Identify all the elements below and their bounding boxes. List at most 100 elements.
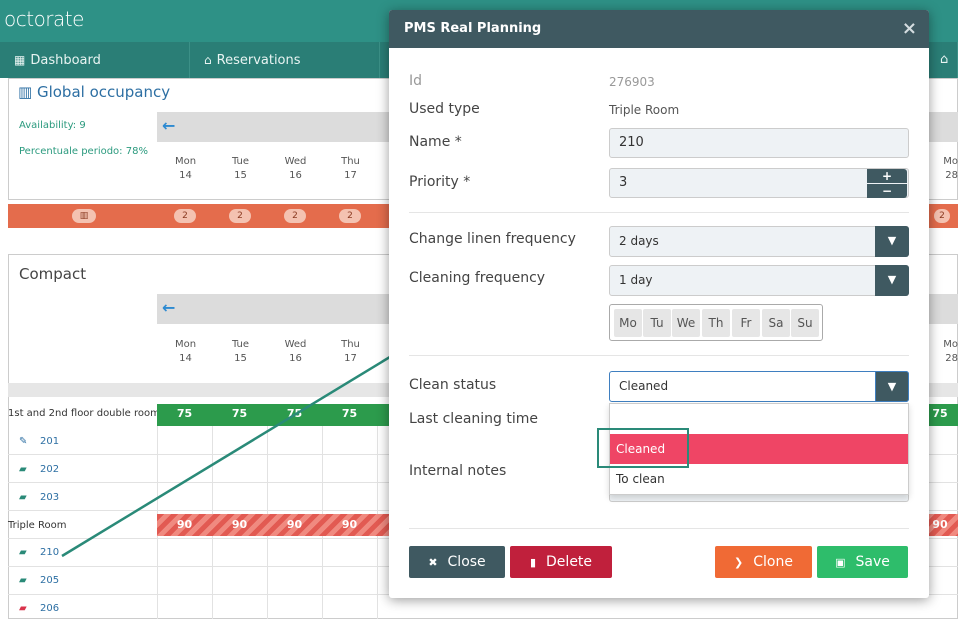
close-button[interactable]: ✖ Close xyxy=(409,546,505,578)
weekday-button[interactable]: Mo xyxy=(614,309,642,337)
occupancy-day: Thu 17 xyxy=(323,155,378,183)
chevron-down-icon[interactable]: ▼ xyxy=(875,265,909,296)
clean-status-label: Clean status xyxy=(409,377,497,393)
room-link[interactable]: 210 xyxy=(40,547,59,558)
weekday-button[interactable]: Tu xyxy=(643,309,671,337)
name-input[interactable]: 210 xyxy=(609,128,909,158)
day-num: 15 xyxy=(234,170,247,181)
delete-button-label: Delete xyxy=(546,554,593,570)
room-link[interactable]: 206 xyxy=(40,603,59,614)
close-icon[interactable]: × xyxy=(902,18,917,39)
cleaning-frequency-select[interactable]: 1 day ▼ xyxy=(609,265,909,296)
nav-reservations-label: Reservations xyxy=(216,53,301,68)
weekday-button[interactable]: Su xyxy=(791,309,819,337)
change-linen-select[interactable]: 2 days ▼ xyxy=(609,226,909,257)
day-num: 28 xyxy=(945,353,958,364)
clean-status-value: Cleaned xyxy=(619,379,669,393)
priority-input[interactable]: 3 xyxy=(609,168,909,198)
broom-icon: ▰ xyxy=(19,547,27,558)
priority-label: Priority * xyxy=(409,174,471,190)
day-num: 17 xyxy=(344,353,357,364)
weekday-button[interactable]: Fr xyxy=(732,309,760,337)
day-num: 15 xyxy=(234,353,247,364)
global-occupancy-title-text: Global occupancy xyxy=(36,83,171,101)
chevron-down-icon: ❯ xyxy=(734,556,744,569)
room-link[interactable]: 203 xyxy=(40,492,59,503)
nav-dashboard-label: Dashboard xyxy=(30,53,101,68)
wrench-icon: ✎ xyxy=(19,436,28,447)
broom-icon: ▰ xyxy=(19,492,27,503)
weekday-button[interactable]: We xyxy=(672,309,700,337)
day-dow: Mo xyxy=(943,339,958,350)
availability-text: Availability: 9 xyxy=(19,120,86,131)
dashboard-icon: ▦ xyxy=(14,53,26,67)
pms-real-planning-modal: PMS Real Planning × Id 276903 Used type … xyxy=(389,10,929,598)
change-linen-label: Change linen frequency xyxy=(409,231,576,247)
day-dow: Wed xyxy=(284,339,307,350)
cleaning-frequency-value: 1 day xyxy=(619,273,653,287)
floppy-icon: ▣ xyxy=(835,556,846,569)
clone-button-label: Clone xyxy=(753,554,793,570)
compact-title: Compact xyxy=(19,265,87,283)
clean-status-select[interactable]: Cleaned ▼ xyxy=(609,371,909,402)
close-button-label: Close xyxy=(447,554,486,570)
day-num: 28 xyxy=(945,170,958,181)
delete-button[interactable]: ▮ Delete xyxy=(510,546,612,578)
occupancy-count: 2 xyxy=(284,209,306,223)
day-dow: Tue xyxy=(231,156,250,167)
occupancy-day: Tue 15 xyxy=(213,155,268,183)
octorate-logo[interactable]: octorate xyxy=(4,7,84,31)
day-dow: Mo xyxy=(943,156,958,167)
day-dow: Thu xyxy=(341,339,360,350)
trash-icon: ▮ xyxy=(529,556,537,569)
save-button[interactable]: ▣ Save xyxy=(817,546,908,578)
chevron-down-icon[interactable]: ▼ xyxy=(875,226,909,257)
global-occupancy-title: ▥ Global occupancy xyxy=(18,83,170,101)
price-value: 75 xyxy=(341,407,358,420)
used-type-value: Triple Room xyxy=(609,103,680,117)
price-value: 90 xyxy=(176,518,193,531)
room-link[interactable]: 202 xyxy=(40,464,59,475)
modal-title: PMS Real Planning xyxy=(404,21,542,36)
separator xyxy=(409,528,909,529)
day-num: 17 xyxy=(344,170,357,181)
close-icon: ✖ xyxy=(428,556,438,569)
nav-dashboard[interactable]: ▦ Dashboard xyxy=(0,42,190,78)
nav-reservations[interactable]: ⌂ Reservations xyxy=(190,42,380,78)
occupancy-count: 2 xyxy=(934,209,950,223)
id-label: Id xyxy=(409,73,423,89)
price-value: 75 xyxy=(231,407,248,420)
decrement-button[interactable]: − xyxy=(867,184,907,198)
option-to-clean[interactable]: To clean xyxy=(610,464,908,494)
home-icon: ⌂ xyxy=(940,52,949,67)
room-type-label: Triple Room xyxy=(8,520,67,531)
occupancy-day: Wed 16 xyxy=(268,155,323,183)
weekday-button[interactable]: Th xyxy=(702,309,730,337)
broom-icon: ▰ xyxy=(19,603,27,614)
compact-day: Wed 16 xyxy=(268,338,323,366)
used-type-label: Used type xyxy=(409,101,480,117)
chart-icon[interactable]: ▥ xyxy=(72,209,96,223)
highlight-box xyxy=(597,428,689,468)
room-link[interactable]: 201 xyxy=(40,436,59,447)
nav-home[interactable]: ⌂ xyxy=(930,42,958,78)
broom-icon: ▰ xyxy=(19,464,27,475)
day-dow: Thu xyxy=(341,156,360,167)
prev-arrow-icon[interactable]: ← xyxy=(162,298,175,317)
room-link[interactable]: 205 xyxy=(40,575,59,586)
id-value: 276903 xyxy=(609,75,655,89)
separator xyxy=(409,355,909,356)
chevron-down-icon[interactable]: ▼ xyxy=(875,371,909,402)
name-label: Name * xyxy=(409,134,462,150)
separator xyxy=(409,212,909,213)
clone-button[interactable]: ❯ Clone xyxy=(715,546,812,578)
day-num: 16 xyxy=(289,353,302,364)
reservations-icon: ⌂ xyxy=(204,53,212,67)
weekday-button[interactable]: Sa xyxy=(762,309,790,337)
day-dow: Mon xyxy=(174,156,197,167)
day-num: 14 xyxy=(179,353,192,364)
bar-chart-icon: ▥ xyxy=(18,83,37,101)
day-num: 16 xyxy=(289,170,302,181)
increment-button[interactable]: + xyxy=(867,169,907,183)
prev-arrow-icon[interactable]: ← xyxy=(162,116,175,135)
